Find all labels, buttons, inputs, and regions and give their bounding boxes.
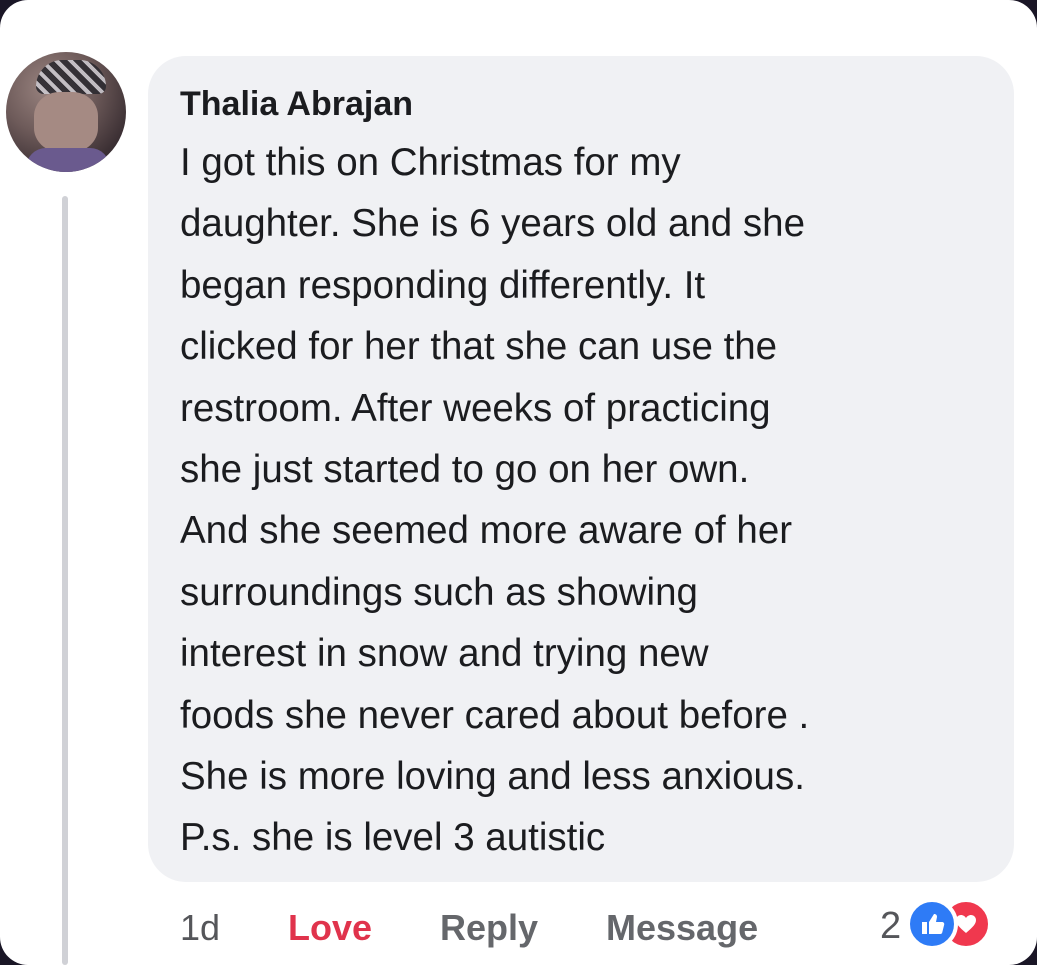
avatar-face xyxy=(34,92,98,152)
comment-line: surroundings such as showing xyxy=(180,570,698,614)
comment-card: Thalia Abrajan I got this on Christmas f… xyxy=(0,0,1037,965)
message-button[interactable]: Message xyxy=(606,900,758,956)
comment-line: I got this on Christmas for my xyxy=(180,141,681,184)
avatar-hat xyxy=(36,60,106,94)
comment-line: foods she never cared about before . xyxy=(180,693,810,737)
love-button[interactable]: Love xyxy=(288,900,372,956)
comment-line: P.s. she is level 3 autistic xyxy=(180,816,606,860)
reply-button[interactable]: Reply xyxy=(440,900,538,956)
comment-line: daughter. She is 6 years old and she xyxy=(180,202,805,246)
avatar-shirt xyxy=(26,148,110,172)
comment-line: restroom. After weeks of practicing xyxy=(180,386,771,430)
comment-line: interest in snow and trying new xyxy=(180,632,709,676)
like-icon xyxy=(906,898,958,950)
comment-bubble: Thalia Abrajan I got this on Christmas f… xyxy=(148,56,1014,882)
comment-line: clicked for her that she can use the xyxy=(180,325,778,369)
reaction-count: 2 xyxy=(880,905,902,947)
reaction-summary[interactable]: 2 xyxy=(880,896,1020,956)
comment-line: And she seemed more aware of her xyxy=(180,509,793,553)
comment-line: began responding differently. It xyxy=(180,263,706,307)
timestamp[interactable]: 1d xyxy=(180,900,220,956)
comment-line: she just started to go on her own. xyxy=(180,448,750,492)
thread-line xyxy=(62,196,68,965)
author-name[interactable]: Thalia Abrajan xyxy=(180,82,1014,126)
comment-text: I got this on Christmas for my daughter.… xyxy=(180,132,970,869)
comment-line: She is more loving and less anxious. xyxy=(180,755,805,799)
avatar[interactable] xyxy=(6,52,126,172)
